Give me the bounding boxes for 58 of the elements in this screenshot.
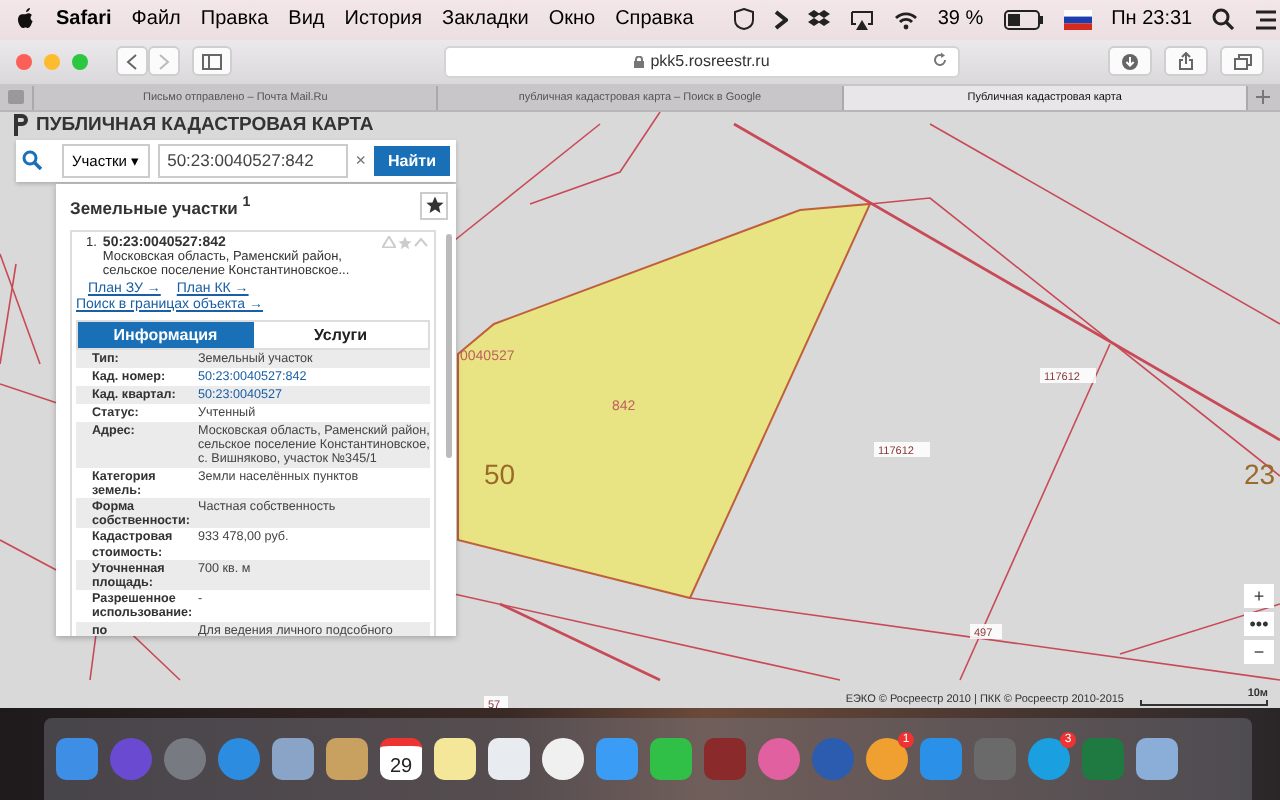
- page-title: ПУБЛИЧНАЯ КАДАСТРОВАЯ КАРТА: [36, 113, 374, 136]
- more-button[interactable]: •••: [1244, 611, 1274, 636]
- share-button[interactable]: [1164, 46, 1208, 77]
- app-icon[interactable]: [272, 738, 314, 781]
- star-icon[interactable]: [398, 235, 412, 250]
- clear-button[interactable]: ×: [355, 150, 367, 171]
- download-button[interactable]: [1108, 46, 1152, 77]
- panel-tab[interactable]: Информация: [78, 321, 253, 348]
- calendar-icon[interactable]: 29: [380, 738, 422, 781]
- scrollbar[interactable]: [446, 233, 452, 458]
- app-icon[interactable]: [488, 738, 530, 781]
- clock: Пн 23:31: [1111, 8, 1193, 31]
- app-menu[interactable]: Safari: [56, 8, 112, 31]
- chevron-icon[interactable]: [773, 9, 788, 30]
- zoom-in-button[interactable]: +: [1244, 583, 1274, 608]
- wifi-icon[interactable]: [893, 9, 918, 30]
- menu-item[interactable]: Справка: [615, 8, 694, 31]
- shield-icon[interactable]: [733, 8, 754, 31]
- menu-item[interactable]: Правка: [200, 8, 269, 31]
- russian-flag-icon[interactable]: [1063, 9, 1092, 30]
- menu-item[interactable]: Окно: [548, 8, 596, 31]
- app-icon[interactable]: [434, 738, 476, 781]
- app-icon[interactable]: [1136, 738, 1178, 781]
- back-button[interactable]: [116, 46, 148, 77]
- app-icon[interactable]: [542, 738, 584, 781]
- app-icon[interactable]: [56, 738, 98, 781]
- sidebar-button[interactable]: [192, 46, 232, 77]
- battery-icon: [1003, 9, 1044, 30]
- address-field[interactable]: pkk5.rosreestr.ru: [444, 45, 960, 78]
- scale-bar: [1140, 700, 1268, 707]
- zoom-out-button[interactable]: −: [1244, 639, 1274, 664]
- lock-icon: [634, 55, 645, 68]
- download-icon[interactable]: [1122, 53, 1138, 70]
- app-icon[interactable]: [326, 738, 368, 781]
- tabs-overview-button[interactable]: [1220, 46, 1264, 77]
- favorite-button[interactable]: [420, 191, 448, 220]
- apple-logo-icon[interactable]: [16, 7, 36, 32]
- share-icon[interactable]: [1178, 52, 1194, 71]
- reload-icon[interactable]: [932, 51, 948, 68]
- battery-percent: 39 %: [937, 8, 984, 31]
- map-label: 50: [484, 457, 516, 490]
- search-icon[interactable]: [1212, 8, 1235, 31]
- menu-item[interactable]: Вид: [288, 8, 325, 31]
- menu-item[interactable]: Закладки: [442, 8, 529, 31]
- airplay-icon[interactable]: [849, 9, 874, 30]
- menu-item[interactable]: Файл: [131, 8, 181, 31]
- chevron-left-icon[interactable]: [126, 53, 138, 70]
- close-button[interactable]: [16, 53, 32, 70]
- find-button[interactable]: Найти: [374, 145, 450, 176]
- menu-icon[interactable]: [1254, 9, 1279, 30]
- search-field[interactable]: 50:23:0040527:842: [157, 143, 348, 178]
- menu-item[interactable]: История: [344, 8, 423, 31]
- tabs-icon[interactable]: [1233, 53, 1251, 70]
- sidebar-icon[interactable]: [202, 53, 222, 70]
- results-title: Земельные участки $^{1}$: [70, 193, 251, 218]
- map-label: 23: [1244, 457, 1276, 490]
- logo-icon: [12, 113, 28, 136]
- dropbox-icon[interactable]: [807, 9, 830, 30]
